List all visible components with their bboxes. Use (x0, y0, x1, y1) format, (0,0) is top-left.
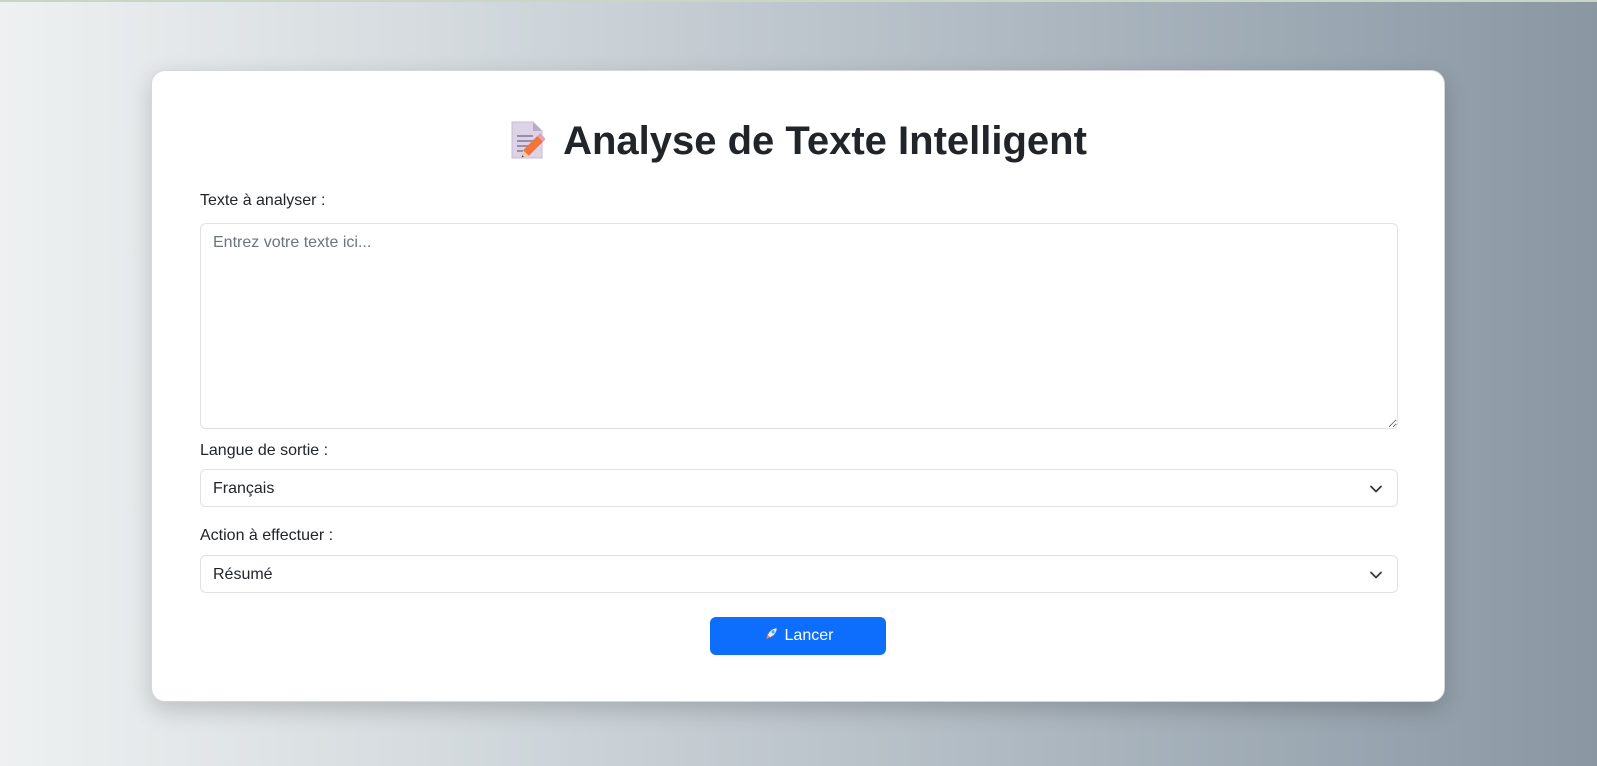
language-select[interactable]: Français (200, 469, 1398, 507)
top-border (0, 0, 1597, 2)
language-label: Langue de sortie : (200, 442, 329, 459)
chevron-down-icon (1369, 482, 1383, 496)
text-input[interactable] (200, 223, 1398, 429)
memo-icon (509, 120, 546, 160)
page-title: Analyse de Texte Intelligent (152, 117, 1444, 165)
language-select-value: Français (213, 480, 275, 497)
analysis-card: Analyse de Texte Intelligent Texte à ana… (151, 70, 1445, 702)
rocket-icon (763, 619, 779, 641)
action-label: Action à effectuer : (200, 527, 334, 544)
action-select[interactable]: Résumé (200, 555, 1398, 593)
launch-button[interactable]: Lancer (710, 617, 886, 655)
text-label: Texte à analyser : (200, 192, 326, 209)
launch-button-label: Lancer (784, 627, 834, 644)
chevron-down-icon (1369, 568, 1383, 582)
action-select-value: Résumé (213, 566, 273, 583)
page-title-text: Analyse de Texte Intelligent (563, 119, 1087, 163)
